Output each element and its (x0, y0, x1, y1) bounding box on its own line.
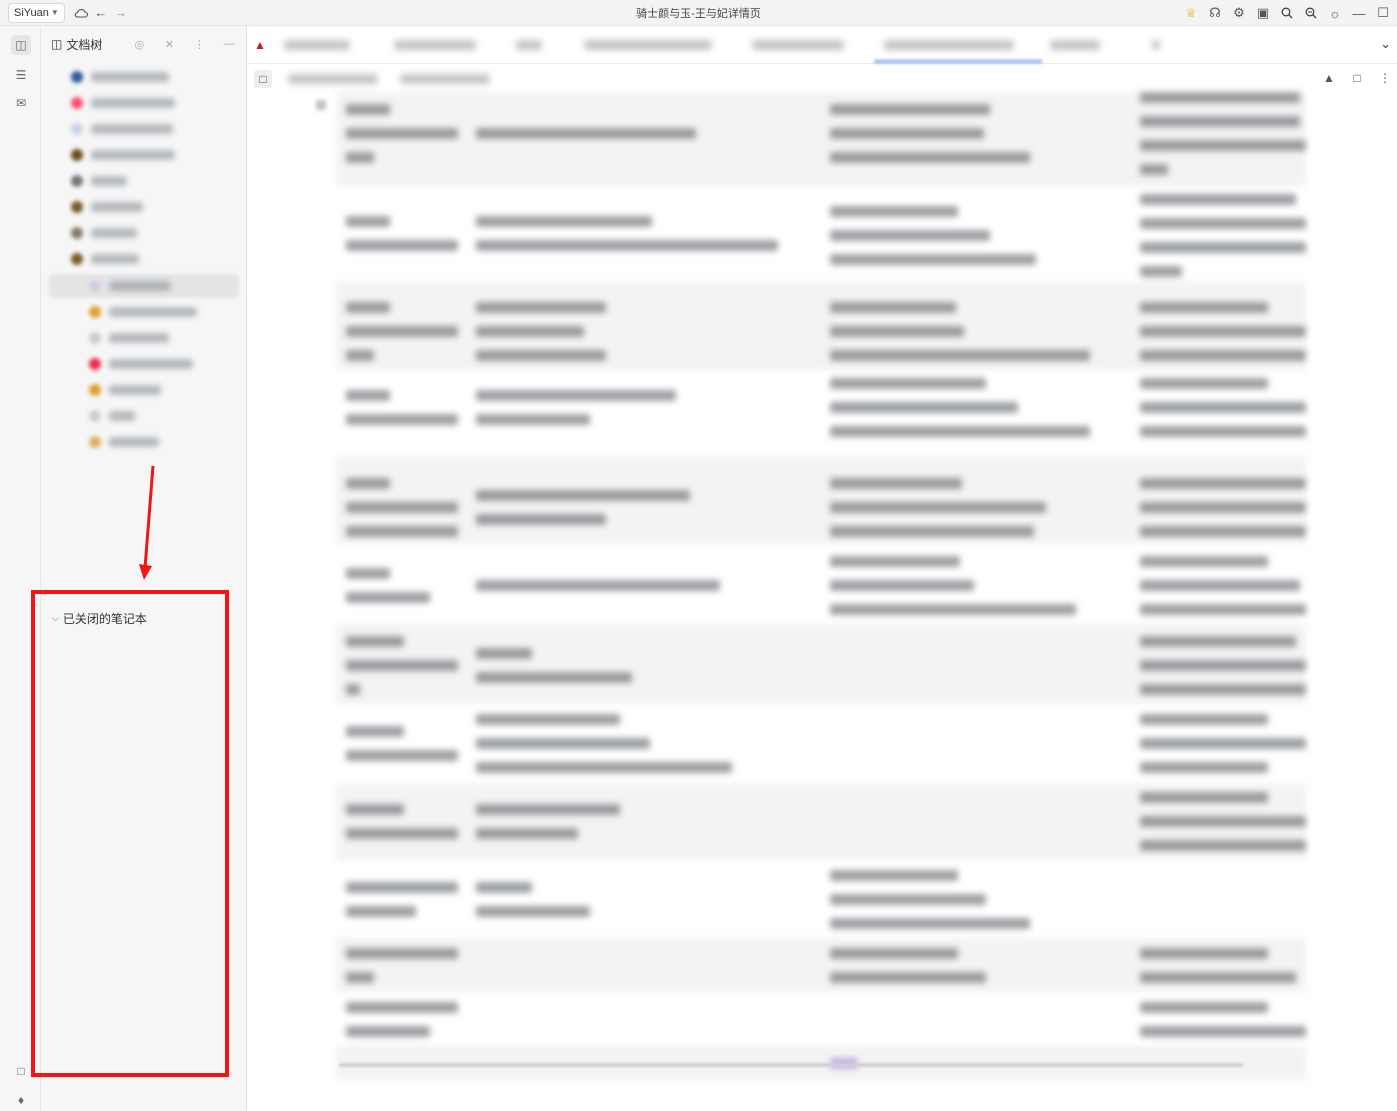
tab-bar: ▲ ⌄ (248, 26, 1397, 64)
window-controls: ♕ ☊ ⚙ ▣ ☼ — ☐ (1181, 3, 1393, 23)
notebook-item[interactable] (71, 144, 175, 166)
back-arrow-icon[interactable]: ← (91, 3, 111, 23)
crown-icon[interactable]: ♕ (1181, 3, 1201, 23)
maximize-icon[interactable]: ☐ (1373, 3, 1393, 23)
document-item[interactable] (89, 301, 197, 323)
plugin-icon[interactable]: ⚙ (1229, 3, 1249, 23)
title-bar: SiYuan ▼ ← → 骑士颜与玉-王与妃详情页 ♕ ☊ ⚙ ▣ ☼ — ☐ (0, 0, 1397, 26)
document-item[interactable] (89, 275, 171, 297)
table-row (336, 456, 1306, 544)
row-handle-icon[interactable] (316, 100, 326, 110)
graph-icon[interactable]: ☊ (1205, 3, 1225, 23)
notebook-item[interactable] (71, 92, 175, 114)
cloud-icon[interactable] (71, 3, 91, 23)
tab[interactable] (584, 40, 712, 50)
notebook-item[interactable] (71, 196, 143, 218)
more-icon[interactable]: ⋮ (1376, 69, 1394, 87)
tab[interactable] (516, 40, 542, 50)
closed-notebooks-label: 已关闭的笔记本 (62, 612, 147, 626)
editor-area: ▲ ⌄ □ ▲ □ ⋮ (248, 26, 1397, 1111)
chevron-down-icon: ▼ (50, 8, 59, 17)
breadcrumb: □ ▲ □ ⋮ (248, 64, 1397, 94)
notebook-item[interactable] (71, 66, 169, 88)
search-icon[interactable] (1277, 3, 1297, 23)
collapse-icon[interactable]: ✕ (160, 35, 178, 53)
tab-active[interactable] (884, 40, 1014, 50)
content-table (336, 92, 1306, 1080)
tab-list-chevron-icon[interactable]: ⌄ (1380, 36, 1391, 52)
table-row (336, 624, 1306, 704)
theme-icon[interactable]: ☼ (1325, 3, 1345, 23)
table-row (336, 784, 1306, 860)
outline-dock-icon[interactable]: ☰ (11, 65, 31, 85)
table-row (336, 370, 1306, 456)
tab[interactable] (752, 40, 844, 50)
file-tree-dock-icon[interactable]: ◫ (11, 35, 31, 55)
app-logo-label: SiYuan (14, 6, 49, 19)
lock-icon[interactable]: ▲ (1320, 69, 1338, 87)
minimize-panel-icon[interactable]: — (220, 35, 238, 53)
notebook-item[interactable] (71, 248, 139, 270)
breadcrumb-item[interactable] (400, 74, 490, 84)
minimize-icon[interactable]: — (1349, 3, 1369, 23)
breadcrumb-item[interactable] (288, 74, 378, 84)
file-tree-icon: ◫ (51, 37, 63, 51)
sync-icon[interactable]: ▣ (1253, 3, 1273, 23)
table-row (336, 860, 1306, 938)
forward-arrow-icon[interactable]: → (111, 3, 131, 23)
table-row (336, 282, 1306, 370)
app-menu-button[interactable]: SiYuan ▼ (8, 2, 65, 23)
table-row (336, 92, 1306, 186)
more-icon[interactable]: ⋮ (190, 35, 208, 53)
inbox-dock-icon[interactable]: ✉ (11, 93, 31, 113)
notebook-item[interactable] (71, 222, 137, 244)
focus-icon[interactable]: ◎ (130, 35, 148, 53)
document-item[interactable] (89, 379, 161, 401)
notebook-item[interactable] (71, 118, 173, 140)
closed-notebooks-toggle[interactable]: ⌵ 已关闭的笔记本 (52, 610, 147, 627)
table-row (336, 938, 1306, 992)
tag-dock-icon[interactable]: ♦ (11, 1090, 31, 1110)
document-menu-icon[interactable]: □ (1348, 69, 1366, 87)
document-item[interactable] (89, 327, 169, 349)
document-icon[interactable]: □ (254, 70, 272, 88)
bookmark-dock-icon[interactable]: □ (11, 1061, 31, 1081)
document-item[interactable] (89, 353, 193, 375)
tab[interactable] (284, 40, 350, 50)
tab[interactable] (1152, 40, 1160, 50)
active-tab-indicator (874, 60, 1042, 63)
table-row (336, 544, 1306, 624)
car-icon[interactable]: ▲ (254, 38, 266, 52)
document-item[interactable] (89, 405, 135, 427)
annotation-highlight-box (31, 590, 229, 1077)
zoom-icon[interactable] (1301, 3, 1321, 23)
annotation-arrow (139, 465, 155, 580)
tab[interactable] (394, 40, 476, 50)
tab[interactable] (1050, 40, 1100, 50)
file-tree-header: ◫ 文档树 ◎ ✕ ⋮ — (41, 26, 246, 62)
table-row (336, 186, 1306, 282)
chevron-down-icon: ⌵ (52, 613, 59, 623)
file-tree-title: 文档树 (66, 37, 103, 52)
notebook-item[interactable] (71, 170, 127, 192)
table-row (336, 704, 1306, 784)
table-hscroll-bar[interactable] (339, 1063, 1243, 1067)
table-row (336, 992, 1306, 1046)
document-item[interactable] (89, 431, 159, 453)
